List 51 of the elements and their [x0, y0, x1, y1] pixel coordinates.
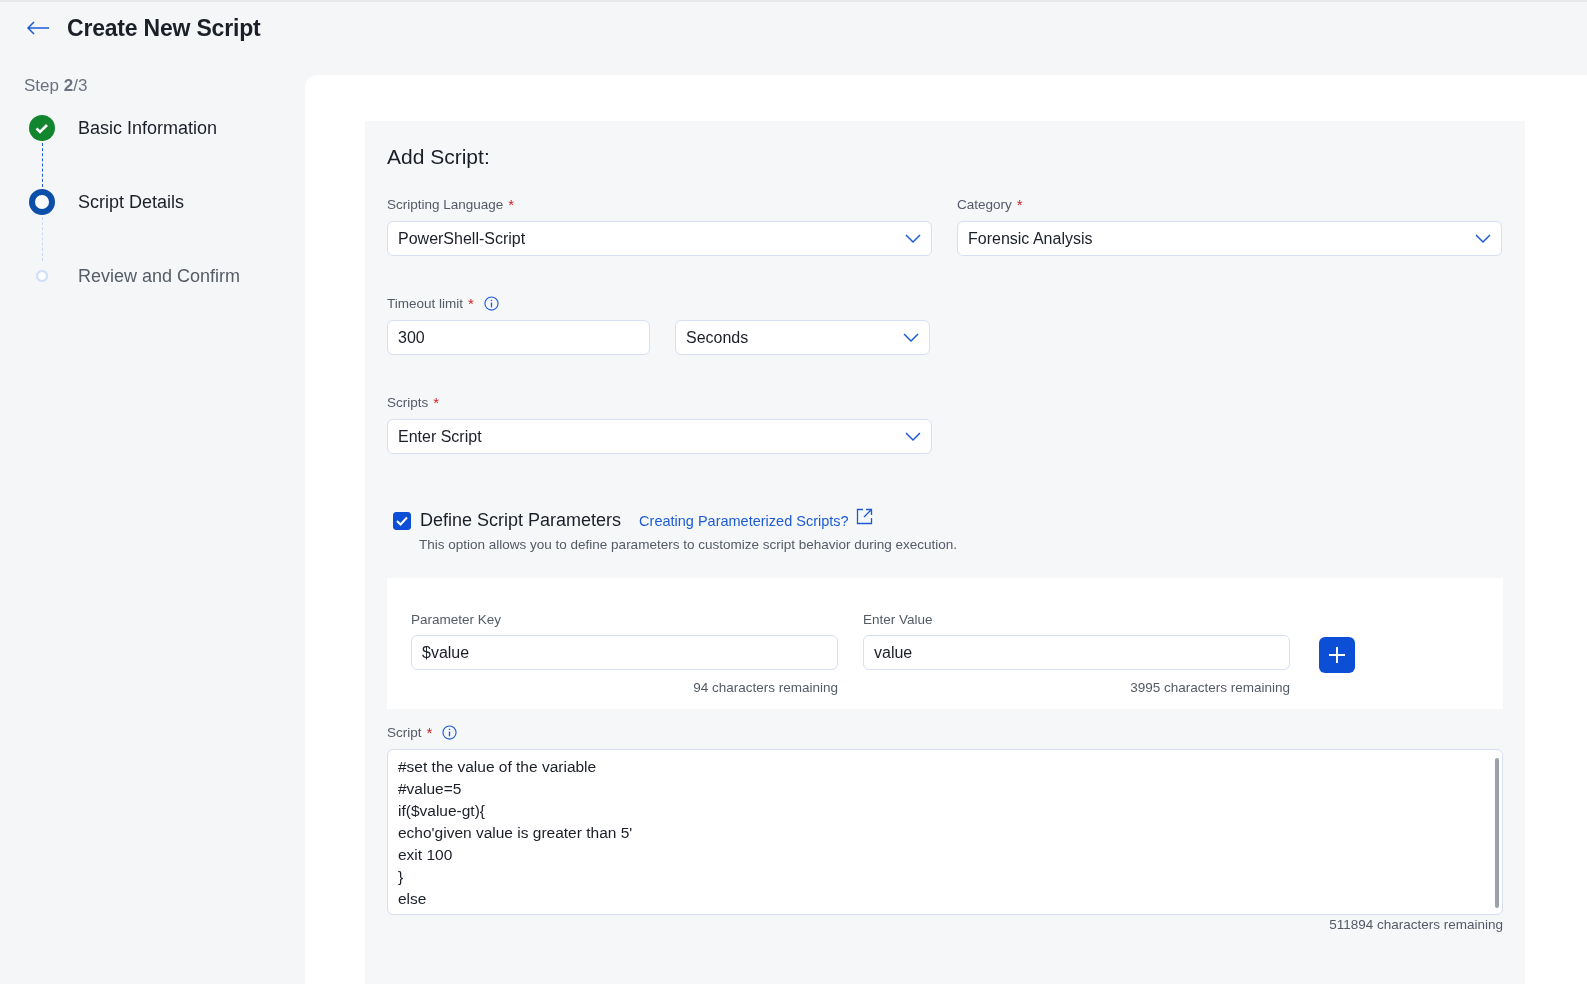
code-line: if($value-gt){	[398, 801, 486, 821]
code-line: #value=5	[398, 779, 463, 799]
character-count: 3995 characters remaining	[1130, 680, 1290, 695]
checkbox-label[interactable]: Define Script Parameters	[420, 510, 622, 531]
parameter-value-input[interactable]: value	[863, 635, 1290, 670]
chevron-down-icon	[905, 431, 921, 442]
field-label: Scripts	[387, 394, 429, 410]
add-button[interactable]	[1319, 637, 1355, 673]
field-label: Enter Value	[863, 612, 934, 627]
back-arrow-icon[interactable]	[26, 21, 50, 35]
chevron-down-icon	[903, 332, 919, 343]
field-label: Scripting Language	[387, 196, 504, 212]
option-description: This option allows you to define parameters to customize script behavior during execution.	[419, 537, 959, 552]
category-select[interactable]: Forensic Analysis	[957, 221, 1502, 256]
info-icon[interactable]	[483, 295, 499, 311]
character-count: 511894 characters remaining	[1329, 917, 1503, 932]
parameter-key-input[interactable]: $value	[411, 635, 838, 670]
unit-select[interactable]: Seconds	[675, 320, 930, 355]
chevron-down-icon	[905, 233, 921, 244]
required-mark: *	[1016, 195, 1023, 213]
required-mark: *	[426, 723, 433, 741]
code-line: exit 100	[398, 845, 454, 865]
field-label: Category	[957, 196, 1012, 212]
scripts-select[interactable]: Enter Script	[387, 419, 932, 454]
script-editor[interactable]: #set the value of the variable #value=5 if($value-gt){ echo'given value is greater than 5' exit 100 } else	[387, 749, 1503, 915]
page-title: Create New Script	[67, 14, 261, 42]
code-line: echo'given value is greater than 5'	[398, 823, 633, 843]
code-line: else	[398, 889, 428, 909]
step-label[interactable]: Basic Information	[78, 114, 218, 188]
step-counter: Step 2/3	[24, 76, 88, 95]
code-line: #set the value of the variable	[398, 757, 598, 777]
language-select[interactable]: PowerShell-Script	[387, 221, 932, 256]
external-link-icon[interactable]	[855, 508, 873, 525]
required-mark: *	[433, 393, 440, 411]
help-link[interactable]: Creating Parameterized Scripts?	[639, 512, 849, 529]
step-label[interactable]: Script Details	[78, 188, 185, 262]
field-label: Parameter Key	[411, 612, 503, 627]
scrollbar[interactable]	[1495, 758, 1499, 908]
timeout-input[interactable]: 300	[387, 320, 650, 355]
chevron-down-icon	[1475, 233, 1491, 244]
required-mark: *	[468, 294, 474, 312]
checkbox[interactable]	[393, 511, 411, 530]
code-line: }	[398, 867, 405, 887]
step-label[interactable]: Review and Confirm	[78, 262, 241, 336]
plus-icon	[1328, 646, 1346, 664]
required-mark: *	[508, 195, 515, 213]
field-label: Timeout limit	[387, 295, 463, 311]
character-count: 94 characters remaining	[693, 680, 838, 695]
section-heading: Add Script:	[387, 145, 491, 169]
field-label: Script	[387, 724, 422, 740]
info-icon[interactable]	[442, 724, 458, 740]
